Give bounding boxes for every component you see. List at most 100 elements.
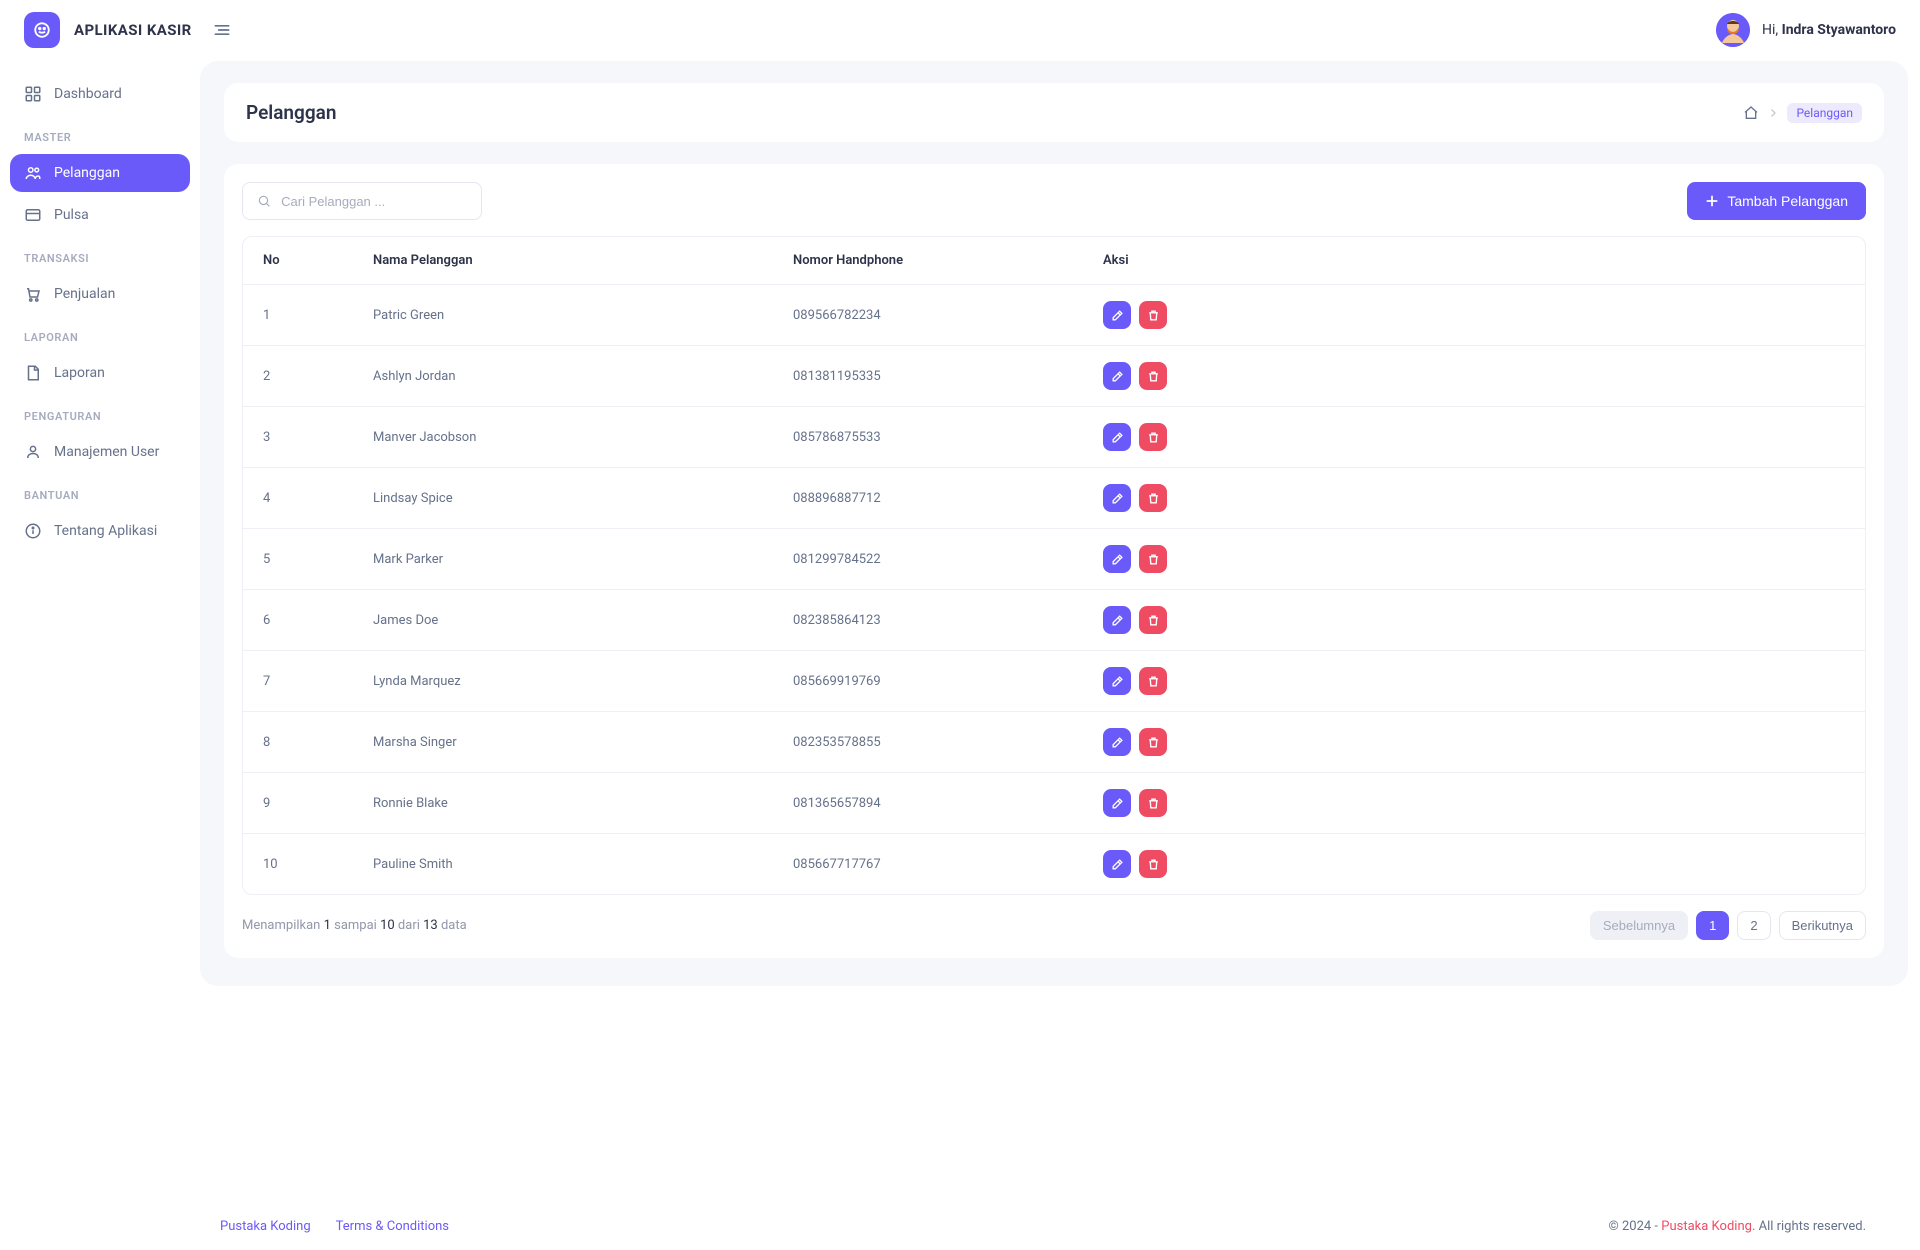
cell-phone: 081381195335 (773, 346, 1083, 407)
footer-link-terms[interactable]: Terms & Conditions (336, 1219, 449, 1234)
cell-aksi (1083, 468, 1865, 529)
edit-button[interactable] (1103, 606, 1131, 634)
cell-phone: 082385864123 (773, 590, 1083, 651)
cell-no: 7 (243, 651, 353, 712)
dashboard-icon (24, 85, 42, 103)
menu-toggle[interactable] (206, 14, 238, 46)
cell-aksi (1083, 285, 1865, 346)
pelanggan-table: No Nama Pelanggan Nomor Handphone Aksi 1… (243, 237, 1865, 894)
breadcrumb-current: Pelanggan (1787, 103, 1862, 123)
cell-aksi (1083, 407, 1865, 468)
sidebar-item-tentang[interactable]: Tentang Aplikasi (10, 512, 190, 550)
cell-no: 3 (243, 407, 353, 468)
add-pelanggan-button[interactable]: Tambah Pelanggan (1687, 182, 1866, 220)
plus-icon (1705, 194, 1719, 208)
edit-button[interactable] (1103, 423, 1131, 451)
cell-nama: Lynda Marquez (353, 651, 773, 712)
edit-icon (1111, 614, 1124, 627)
delete-button[interactable] (1139, 850, 1167, 878)
pagination-page-2[interactable]: 2 (1737, 911, 1770, 940)
edit-button[interactable] (1103, 545, 1131, 573)
cell-aksi (1083, 346, 1865, 407)
sidebar-item-pelanggan[interactable]: Pelanggan (10, 154, 190, 192)
sidebar-section-transaksi: TRANSAKSI (10, 238, 190, 271)
pagination-prev[interactable]: Sebelumnya (1590, 911, 1688, 940)
sidebar-item-label: Pelanggan (54, 165, 120, 181)
trash-icon (1147, 675, 1160, 688)
info-icon (24, 522, 42, 540)
cell-nama: Patric Green (353, 285, 773, 346)
trash-icon (1147, 553, 1160, 566)
delete-button[interactable] (1139, 545, 1167, 573)
pagination-info: Menampilkan 1 sampai 10 dari 13 data (242, 918, 467, 933)
cell-phone: 081365657894 (773, 773, 1083, 834)
table-row: 2Ashlyn Jordan081381195335 (243, 346, 1865, 407)
edit-icon (1111, 370, 1124, 383)
add-button-label: Tambah Pelanggan (1727, 193, 1848, 209)
edit-button[interactable] (1103, 484, 1131, 512)
edit-button[interactable] (1103, 301, 1131, 329)
cell-phone: 085667717767 (773, 834, 1083, 895)
edit-button[interactable] (1103, 362, 1131, 390)
cell-nama: Ashlyn Jordan (353, 346, 773, 407)
delete-button[interactable] (1139, 484, 1167, 512)
sidebar-item-manajemen-user[interactable]: Manajemen User (10, 433, 190, 471)
cell-no: 4 (243, 468, 353, 529)
cell-no: 9 (243, 773, 353, 834)
delete-button[interactable] (1139, 789, 1167, 817)
footer-link-pustaka[interactable]: Pustaka Koding (220, 1219, 311, 1234)
sidebar: Dashboard MASTER Pelanggan Pulsa TRANSAK… (0, 61, 200, 1203)
cell-nama: Pauline Smith (353, 834, 773, 895)
delete-button[interactable] (1139, 667, 1167, 695)
user-menu[interactable]: Hi, Indra Styawantoro (1716, 13, 1896, 47)
users-icon (24, 164, 42, 182)
page-title: Pelanggan (246, 101, 336, 124)
cell-no: 8 (243, 712, 353, 773)
table-row: 8Marsha Singer082353578855 (243, 712, 1865, 773)
avatar-icon (1716, 13, 1750, 47)
sidebar-item-penjualan[interactable]: Penjualan (10, 275, 190, 313)
edit-icon (1111, 675, 1124, 688)
app-logo (24, 12, 60, 48)
sidebar-section-laporan: LAPORAN (10, 317, 190, 350)
trash-icon (1147, 370, 1160, 383)
delete-button[interactable] (1139, 728, 1167, 756)
table-row: 4Lindsay Spice088896887712 (243, 468, 1865, 529)
app-title: APLIKASI KASIR (74, 21, 192, 39)
table-row: 5Mark Parker081299784522 (243, 529, 1865, 590)
cell-no: 5 (243, 529, 353, 590)
sidebar-item-dashboard[interactable]: Dashboard (10, 75, 190, 113)
cell-aksi (1083, 590, 1865, 651)
delete-button[interactable] (1139, 301, 1167, 329)
pagination-next[interactable]: Berikutnya (1779, 911, 1866, 940)
search-input[interactable] (281, 194, 467, 209)
delete-button[interactable] (1139, 606, 1167, 634)
cell-no: 6 (243, 590, 353, 651)
breadcrumb-home[interactable] (1743, 105, 1759, 121)
cell-aksi (1083, 651, 1865, 712)
logo-icon (33, 21, 51, 39)
sidebar-item-label: Laporan (54, 365, 105, 381)
edit-button[interactable] (1103, 850, 1131, 878)
sidebar-item-laporan[interactable]: Laporan (10, 354, 190, 392)
edit-button[interactable] (1103, 728, 1131, 756)
edit-icon (1111, 858, 1124, 871)
cell-phone: 089566782234 (773, 285, 1083, 346)
cell-phone: 085786875533 (773, 407, 1083, 468)
chevron-right-icon (1767, 107, 1779, 119)
delete-button[interactable] (1139, 423, 1167, 451)
cell-nama: James Doe (353, 590, 773, 651)
sidebar-section-bantuan: BANTUAN (10, 475, 190, 508)
search-box[interactable] (242, 182, 482, 220)
edit-button[interactable] (1103, 667, 1131, 695)
cell-no: 2 (243, 346, 353, 407)
delete-button[interactable] (1139, 362, 1167, 390)
edit-button[interactable] (1103, 789, 1131, 817)
sidebar-item-label: Pulsa (54, 207, 89, 223)
cell-nama: Manver Jacobson (353, 407, 773, 468)
cell-phone: 082353578855 (773, 712, 1083, 773)
trash-icon (1147, 431, 1160, 444)
cell-aksi (1083, 773, 1865, 834)
pagination-page-1[interactable]: 1 (1696, 911, 1729, 940)
sidebar-item-pulsa[interactable]: Pulsa (10, 196, 190, 234)
